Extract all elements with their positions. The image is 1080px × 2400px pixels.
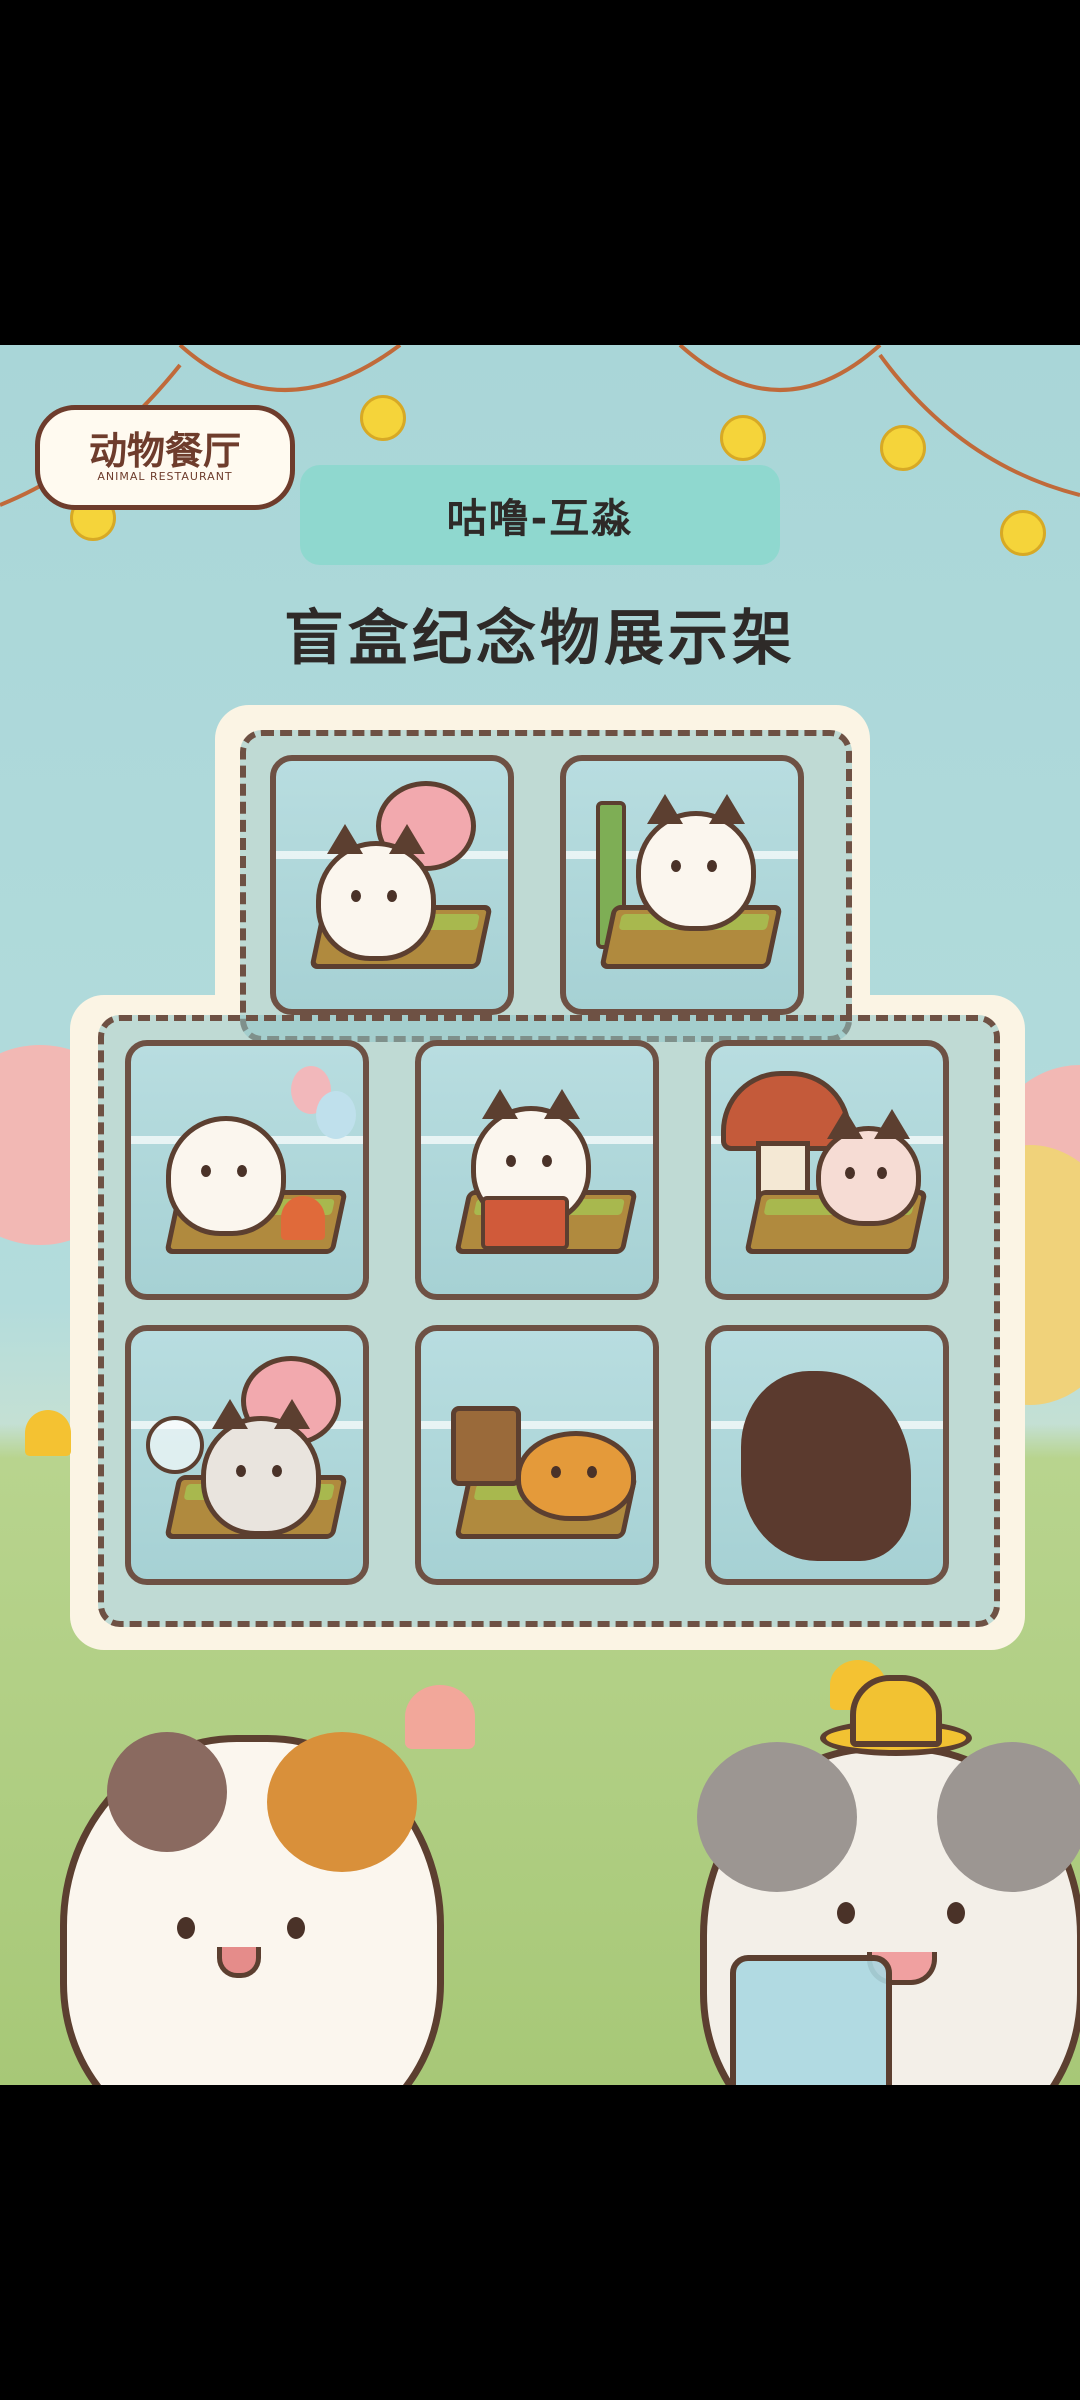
orange-dog-icon <box>516 1431 636 1521</box>
calico-cat-icon <box>316 824 436 961</box>
locked-silhouette-icon <box>741 1371 911 1561</box>
username-label: 咕噜-互淼 <box>446 496 634 542</box>
fox-icon <box>816 1109 921 1226</box>
calico-cat-mascot <box>60 1732 444 2085</box>
souvenir-cell-orange-dog[interactable] <box>415 1325 659 1585</box>
balloon-icon <box>316 1091 356 1139</box>
souvenir-cell-grey-cat[interactable] <box>415 1040 659 1300</box>
game-logo: 动物餐厅 ANIMAL RESTAURANT <box>35 405 295 510</box>
page-title: 盲盒纪念物展示架 <box>284 604 796 674</box>
light-bulb <box>880 425 926 471</box>
campfire-icon <box>281 1196 325 1240</box>
flower-icon <box>25 1410 71 1456</box>
owl-icon <box>166 1116 286 1236</box>
butterfly-net-icon <box>146 1416 204 1474</box>
jar-icon <box>730 1955 892 2085</box>
light-bulb <box>360 395 406 441</box>
logo-subtext: ANIMAL RESTAURANT <box>97 470 233 483</box>
tabby-cat-icon <box>201 1399 321 1536</box>
tree-stump-icon <box>451 1406 521 1486</box>
souvenir-cell-tabby-cat[interactable] <box>125 1325 369 1585</box>
souvenir-cell-owl[interactable] <box>125 1040 369 1300</box>
cow-cat-icon <box>636 794 756 931</box>
souvenir-cell-cow-cat[interactable] <box>560 755 804 1015</box>
light-bulb <box>1000 510 1046 556</box>
souvenir-cell-locked[interactable] <box>705 1325 949 1585</box>
souvenir-cell-calico-cat[interactable] <box>270 755 514 1015</box>
hat-crown <box>850 1675 942 1747</box>
light-bulb <box>720 415 766 461</box>
game-scene: 动物餐厅 ANIMAL RESTAURANT 咕噜-互淼 盲盒纪念物展示架 <box>0 345 1080 2085</box>
flower-icon <box>405 1685 475 1749</box>
logo-text: 动物餐厅 <box>88 429 241 473</box>
souvenir-cell-fox[interactable] <box>705 1040 949 1300</box>
accordion-icon <box>481 1196 569 1250</box>
username-banner: 咕噜-互淼 <box>300 465 780 565</box>
